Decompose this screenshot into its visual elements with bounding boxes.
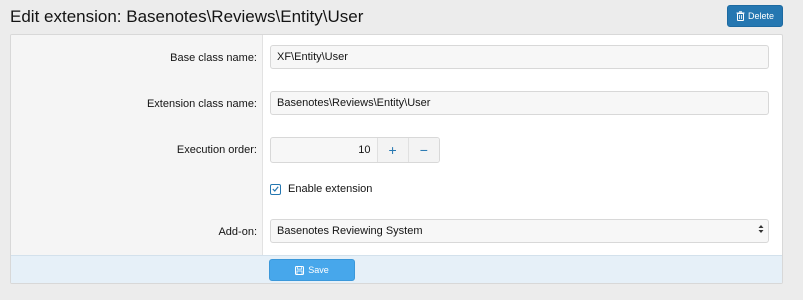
save-button[interactable]: Save — [269, 259, 355, 281]
enable-extension-label: Enable extension — [288, 183, 373, 195]
form-footer: Save — [11, 255, 782, 283]
extension-class-value: Basenotes\Reviews\Entity\User — [277, 97, 431, 109]
delete-button-label: Delete — [747, 11, 774, 21]
page-header: Edit extension: Basenotes\Reviews\Entity… — [10, 5, 783, 31]
enable-extension-option[interactable]: Enable extension — [270, 183, 372, 195]
select-arrows-icon — [758, 224, 764, 234]
page: Edit extension: Basenotes\Reviews\Entity… — [0, 0, 803, 300]
delete-button[interactable]: Delete — [726, 5, 783, 27]
decrement-button[interactable]: − — [407, 138, 439, 162]
page-title: Edit extension: Basenotes\Reviews\Entity… — [10, 7, 364, 26]
check-icon — [272, 186, 279, 192]
extension-form: Base class name: XF\Entity\User Extensio… — [10, 34, 783, 284]
base-class-value: XF\Entity\User — [277, 51, 348, 63]
extension-class-input[interactable]: Basenotes\Reviews\Entity\User — [270, 91, 769, 115]
addon-selected-value: Basenotes Reviewing System — [277, 225, 423, 237]
save-icon — [295, 265, 305, 275]
addon-select[interactable]: Basenotes Reviewing System — [270, 219, 769, 243]
execution-order-label: Execution order: — [176, 144, 257, 156]
addon-label: Add-on: — [218, 226, 257, 238]
enable-extension-checkbox[interactable] — [270, 183, 281, 195]
extension-class-label: Extension class name: — [146, 98, 257, 110]
execution-order-stepper: 10 + − — [270, 137, 440, 163]
trash-icon — [736, 11, 745, 21]
increment-button[interactable]: + — [376, 138, 408, 162]
save-button-label: Save — [308, 265, 329, 275]
base-class-label: Base class name: — [170, 52, 257, 64]
execution-order-input[interactable]: 10 — [271, 138, 377, 162]
base-class-input[interactable]: XF\Entity\User — [270, 45, 769, 69]
